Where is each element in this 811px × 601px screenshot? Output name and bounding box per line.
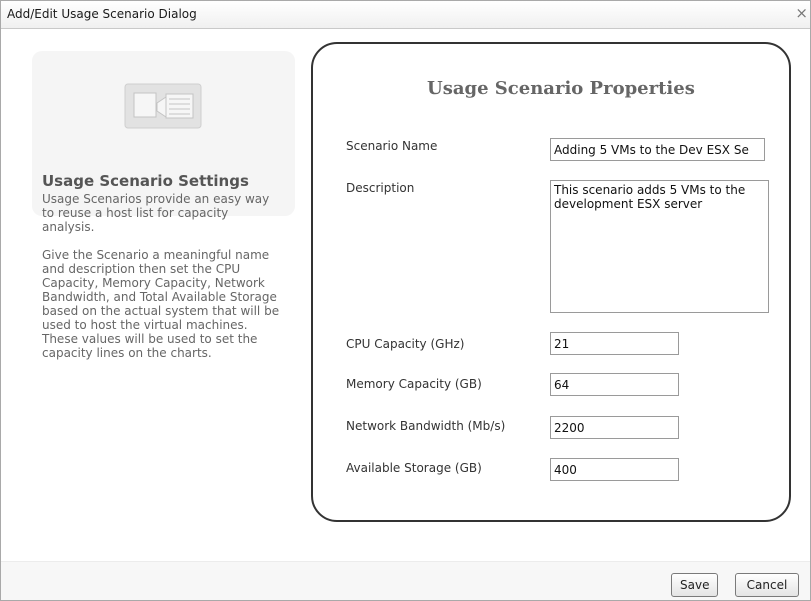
- cancel-button[interactable]: Cancel: [735, 573, 799, 597]
- description-label: Description: [346, 181, 415, 195]
- properties-heading: Usage Scenario Properties: [427, 78, 695, 99]
- available-storage-label: Available Storage (GB): [346, 461, 482, 475]
- memory-capacity-input[interactable]: [550, 373, 679, 396]
- network-bandwidth-input[interactable]: [550, 416, 679, 439]
- description-textarea[interactable]: This scenario adds 5 VMs to the developm…: [550, 180, 769, 313]
- cpu-capacity-label: CPU Capacity (GHz): [346, 337, 465, 351]
- scenario-name-input[interactable]: [550, 138, 765, 161]
- scenario-settings-icon: [124, 83, 202, 129]
- memory-capacity-label: Memory Capacity (GB): [346, 377, 482, 391]
- close-icon[interactable]: ×: [795, 4, 808, 22]
- available-storage-input[interactable]: [550, 458, 679, 481]
- settings-paragraph-2: Give the Scenario a meaningful name and …: [42, 248, 280, 360]
- settings-description: Usage Scenarios provide an easy way to r…: [42, 192, 282, 374]
- network-bandwidth-label: Network Bandwidth (Mb/s): [346, 419, 506, 433]
- settings-paragraph-1: Usage Scenarios provide an easy way to r…: [42, 192, 270, 234]
- cpu-capacity-input[interactable]: [550, 332, 679, 355]
- dialog-title: Add/Edit Usage Scenario Dialog: [7, 7, 197, 21]
- usage-scenario-dialog: Add/Edit Usage Scenario Dialog × Usage S…: [0, 0, 811, 601]
- scenario-name-label: Scenario Name: [346, 139, 438, 153]
- settings-heading: Usage Scenario Settings: [42, 172, 249, 190]
- dialog-titlebar: Add/Edit Usage Scenario Dialog ×: [1, 1, 810, 29]
- save-button[interactable]: Save: [671, 573, 718, 597]
